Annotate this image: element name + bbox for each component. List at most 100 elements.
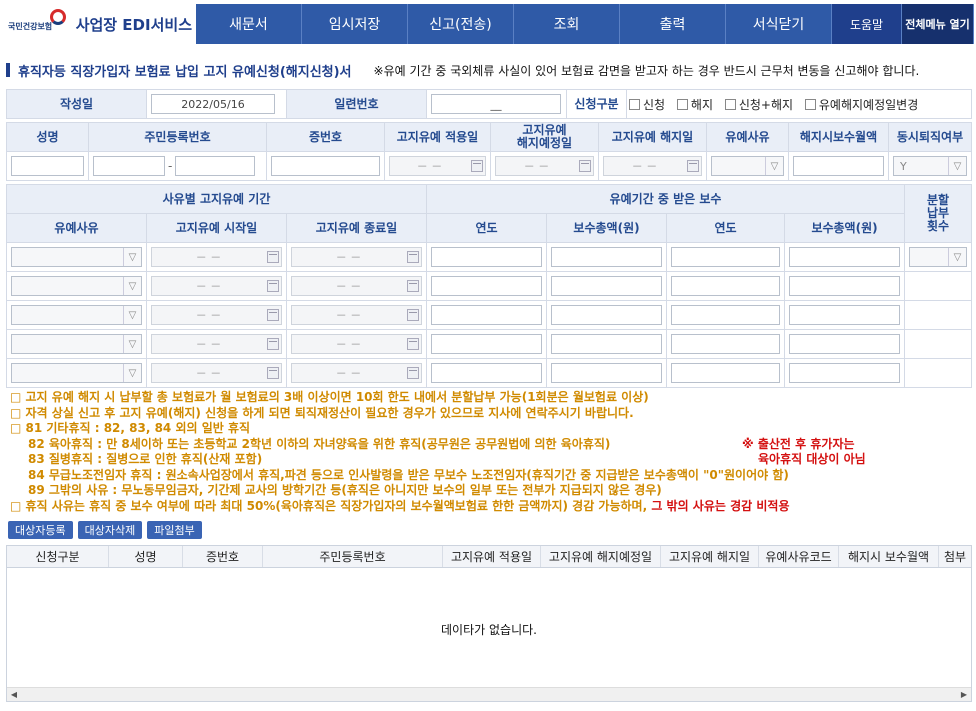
pay-total-input[interactable]: [789, 247, 901, 267]
add-target-button[interactable]: 대상자등록: [8, 521, 73, 539]
info-notes: □ 고지 유예 해지 시 납부할 총 보험료가 월 보험료의 3배 이상이면 1…: [10, 390, 972, 514]
calendar-icon[interactable]: [267, 280, 279, 292]
grid-col-cert-no[interactable]: 증번호: [183, 546, 263, 567]
attach-file-button[interactable]: 파일첨부: [147, 521, 202, 539]
col-name: 성명: [6, 122, 89, 152]
reason-select[interactable]: ▽: [11, 363, 142, 383]
reason-select[interactable]: ▽: [11, 305, 142, 325]
name-input[interactable]: [11, 156, 84, 176]
pay-total-input[interactable]: [551, 276, 663, 296]
menu-open-all[interactable]: 전체메뉴 열기: [902, 4, 974, 44]
checkbox-change-date[interactable]: 유예해지예정일변경: [804, 96, 918, 113]
start-date-input[interactable]: － －: [151, 363, 282, 383]
installments-select[interactable]: ▽: [909, 247, 967, 267]
serial-input[interactable]: __: [431, 94, 561, 114]
pay-total-input[interactable]: [551, 305, 663, 325]
cert-no-input[interactable]: [271, 156, 380, 176]
year-input[interactable]: [431, 305, 543, 325]
apply-date-input[interactable]: － －: [389, 156, 486, 176]
end-date-input[interactable]: － －: [291, 305, 423, 325]
year-input[interactable]: [671, 363, 781, 383]
grid-col-monthly-pay[interactable]: 해지시 보수월액: [839, 546, 939, 567]
start-date-input[interactable]: － －: [151, 276, 282, 296]
calendar-icon[interactable]: [471, 160, 483, 172]
pay-total-input[interactable]: [789, 334, 901, 354]
checkbox-apply-cancel[interactable]: 신청+해지: [724, 96, 793, 113]
pay-total-input[interactable]: [551, 247, 663, 267]
grid-col-end-date[interactable]: 고지유예 해지일: [661, 546, 759, 567]
scroll-right-icon[interactable]: ▶: [958, 689, 970, 700]
rrn-front-input[interactable]: [93, 156, 165, 176]
date-input[interactable]: 2022/05/16: [151, 94, 275, 114]
calendar-icon[interactable]: [267, 338, 279, 350]
checkbox-box[interactable]: [629, 98, 640, 110]
checkbox-apply[interactable]: 신청: [629, 96, 665, 113]
calendar-icon[interactable]: [579, 160, 591, 172]
grid-col-rrn[interactable]: 주민등록번호: [263, 546, 443, 567]
reason-select[interactable]: ▽: [11, 276, 142, 296]
calendar-icon[interactable]: [407, 367, 420, 379]
year-input[interactable]: [671, 305, 781, 325]
grid-col-apply-date[interactable]: 고지유예 적용일: [443, 546, 541, 567]
menu-temp-save[interactable]: 임시저장: [302, 4, 408, 44]
calendar-icon[interactable]: [407, 338, 420, 350]
calendar-icon[interactable]: [267, 251, 279, 263]
grid-col-name[interactable]: 성명: [109, 546, 183, 567]
reason-select[interactable]: ▽: [711, 156, 784, 176]
delete-target-button[interactable]: 대상자삭제: [77, 521, 143, 539]
person-table: 성명 주민등록번호 증번호 고지유예 적용일 고지유예 해지예정일 고지유예 해…: [6, 122, 972, 181]
end-date-input[interactable]: － －: [291, 276, 423, 296]
year-input[interactable]: [431, 363, 543, 383]
menu-submit[interactable]: 신고(전송): [408, 4, 514, 44]
reason-select[interactable]: ▽: [11, 247, 142, 267]
start-date-input[interactable]: － －: [151, 334, 282, 354]
year-input[interactable]: [671, 247, 781, 267]
checkbox-cancel[interactable]: 해지: [676, 96, 713, 113]
checkbox-box[interactable]: [676, 98, 688, 110]
reason-select[interactable]: ▽: [11, 334, 142, 354]
start-date-input[interactable]: － －: [151, 305, 282, 325]
reasons-table: 사유별 고지유예 기간 유예기간 중 받은 보수 분할 납부 횟수 유예사유 고…: [5, 184, 972, 388]
year-input[interactable]: [431, 276, 543, 296]
calendar-icon[interactable]: [407, 251, 420, 263]
chevron-down-icon: ▽: [765, 157, 783, 175]
start-date-input[interactable]: － －: [151, 247, 282, 267]
calendar-icon[interactable]: [267, 309, 279, 321]
calendar-icon[interactable]: [407, 309, 420, 321]
grid-col-attach[interactable]: 첨부: [939, 546, 971, 567]
end-date-input[interactable]: － －: [603, 156, 702, 176]
end-date-input[interactable]: － －: [291, 334, 423, 354]
col-reason: 유예사유: [6, 213, 147, 243]
pay-total-input[interactable]: [551, 363, 663, 383]
grid-col-type[interactable]: 신청구분: [7, 546, 109, 567]
end-date-input[interactable]: － －: [291, 363, 423, 383]
checkbox-box[interactable]: [724, 98, 736, 110]
grid-col-reason-code[interactable]: 유예사유코드: [759, 546, 839, 567]
year-input[interactable]: [671, 276, 781, 296]
monthly-pay-input[interactable]: [793, 156, 884, 176]
end-date-input[interactable]: － －: [291, 247, 423, 267]
rrn-back-input[interactable]: [175, 156, 256, 176]
planned-end-date-input[interactable]: － －: [495, 156, 594, 176]
retire-select[interactable]: Y ▽: [893, 156, 967, 176]
menu-print[interactable]: 출력: [620, 4, 726, 44]
menu-inquiry[interactable]: 조회: [514, 4, 620, 44]
calendar-icon[interactable]: [687, 160, 699, 172]
menu-new-document[interactable]: 새문서: [196, 4, 302, 44]
menu-help[interactable]: 도움말: [832, 4, 902, 44]
pay-total-input[interactable]: [789, 276, 901, 296]
pay-total-input[interactable]: [789, 305, 901, 325]
calendar-icon[interactable]: [267, 367, 279, 379]
menu-close-form[interactable]: 서식닫기: [726, 4, 832, 44]
calendar-icon[interactable]: [407, 280, 420, 292]
horizontal-scrollbar[interactable]: ◀ ▶: [7, 687, 971, 701]
scroll-left-icon[interactable]: ◀: [8, 689, 20, 700]
year-input[interactable]: [431, 334, 543, 354]
checkbox-box[interactable]: [804, 98, 816, 110]
empty-cell: [904, 329, 972, 359]
year-input[interactable]: [431, 247, 543, 267]
pay-total-input[interactable]: [789, 363, 901, 383]
pay-total-input[interactable]: [551, 334, 663, 354]
grid-col-planned-end[interactable]: 고지유예 해지예정일: [541, 546, 661, 567]
year-input[interactable]: [671, 334, 781, 354]
